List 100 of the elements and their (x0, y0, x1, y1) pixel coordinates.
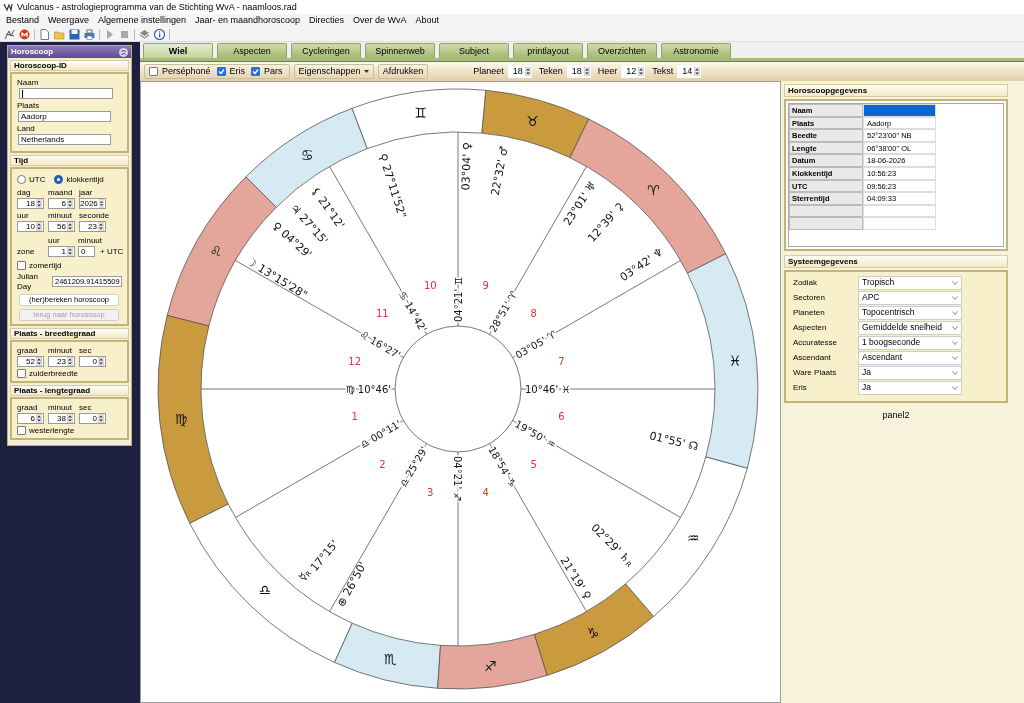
tab[interactable]: Astronomie (661, 43, 731, 58)
radio-label[interactable]: klokkentijd (66, 175, 104, 185)
spin-arrows-icon (36, 356, 42, 366)
tab[interactable]: printlayout (513, 43, 583, 58)
dropdown[interactable]: 1 boogseconde (858, 336, 962, 350)
table-cell[interactable] (863, 104, 936, 117)
app-logo-icon (3, 2, 13, 12)
checkbox-label[interactable]: Pars (264, 66, 283, 77)
window-title: Vulcanus - astrologieprogramma van de Stichting WvA - naamloos.rad (17, 1, 297, 13)
text-field[interactable]: Aadorp (18, 111, 111, 122)
dropdown[interactable]: Tropisch (858, 276, 962, 290)
zodiac-sign: ♑ (586, 624, 600, 641)
tab[interactable]: Spinnenweb (365, 43, 435, 58)
number-spinner[interactable]: 6 (48, 198, 75, 210)
zodiac-sign: ♏ (383, 651, 397, 668)
number-spinner[interactable]: 18 (17, 198, 44, 210)
dropdown[interactable]: Ja (858, 381, 962, 395)
menu-item[interactable]: Bestand (6, 15, 40, 26)
spinner-label: Planeet (473, 66, 504, 77)
save-icon[interactable] (69, 28, 80, 40)
cusp-label: 04°21' ♐ (452, 456, 464, 502)
number-spinner[interactable]: 10 (17, 221, 44, 233)
setting-label: Aspecten (793, 323, 828, 333)
checkbox[interactable] (17, 426, 26, 436)
checkbox-label[interactable]: westerlengte (29, 425, 75, 436)
info-icon[interactable] (154, 28, 165, 40)
chevron-down-icon (952, 341, 958, 345)
checkbox-label[interactable]: Eris (229, 66, 246, 77)
checkbox[interactable] (17, 261, 26, 271)
number-spinner[interactable]: 6 (17, 412, 44, 424)
number-spinner[interactable]: 23 (79, 221, 106, 233)
radio-button[interactable] (17, 175, 26, 185)
chart-lines-icon[interactable] (4, 28, 15, 40)
field-label: graad (17, 345, 39, 356)
dropdown[interactable]: Ascendant (858, 351, 962, 365)
tab[interactable]: Cycleringen (291, 43, 361, 58)
number-spinner[interactable]: 12 (621, 65, 646, 78)
field-label: zone (17, 247, 36, 257)
number-spinner[interactable]: 52 (17, 355, 44, 367)
dropdown[interactable]: Ja (858, 366, 962, 380)
number-spinner[interactable]: 18 (507, 65, 532, 78)
radio-label[interactable]: UTC (29, 175, 46, 185)
number-spinner[interactable]: 14 (677, 65, 702, 78)
checkbox-label[interactable]: zomertijd (29, 261, 62, 271)
setting-label: Zodiak (793, 278, 818, 288)
planet-label: 03°04' ♀ (458, 141, 474, 191)
number-spinner[interactable]: 38 (48, 412, 75, 424)
new-file-icon[interactable] (39, 28, 50, 40)
caret-icon (363, 70, 369, 73)
section-header: Plaats - lengtegraad (10, 384, 129, 396)
field-label: maand (48, 188, 74, 199)
menu-item[interactable]: Over de WvA (353, 15, 407, 26)
menu-item[interactable]: Jaar- en maandhoroscoop (194, 15, 301, 26)
help-icon[interactable] (19, 28, 30, 40)
print-button[interactable]: Afdrukken (377, 64, 429, 79)
number-spinner[interactable]: 0 (79, 412, 106, 424)
text-field[interactable]: Netherlands (18, 134, 111, 145)
radio-button[interactable] (54, 175, 64, 185)
print-icon[interactable] (84, 28, 95, 40)
tab[interactable]: Wiel (143, 43, 213, 58)
spin-arrows-icon (694, 67, 701, 76)
number-spinner[interactable]: 2026 (79, 198, 106, 210)
layers-icon[interactable] (139, 28, 150, 40)
cusp-label: ♍ 10°46' (345, 383, 391, 395)
text-field[interactable]: 0 (78, 246, 95, 258)
dropdown[interactable]: Gemiddelde snelheid (858, 321, 962, 335)
number-spinner[interactable]: 18 (566, 65, 591, 78)
menu-item[interactable]: About (415, 15, 440, 26)
checkbox-label[interactable]: zuiderbreedte (29, 368, 78, 378)
text-field[interactable] (19, 88, 113, 99)
zodiac-sign: ♌ (209, 243, 223, 260)
number-spinner[interactable]: 56 (48, 221, 75, 233)
number-spinner[interactable]: 23 (48, 355, 75, 367)
check-icon (217, 68, 225, 75)
section-header: Systeemgegevens (784, 255, 1008, 268)
house-number: 12 (348, 355, 361, 367)
spin-arrows-icon (98, 413, 104, 423)
number-spinner[interactable]: 0 (79, 355, 106, 367)
tab[interactable]: Subject (439, 43, 509, 58)
checkbox[interactable] (216, 67, 226, 76)
table-cell[interactable] (863, 217, 936, 230)
tab[interactable]: Overzichten (587, 43, 657, 58)
tab[interactable]: Aspecten (217, 43, 287, 58)
checkbox[interactable] (17, 368, 26, 378)
dropdown-button[interactable]: Eigenschappen (293, 64, 374, 79)
chevron-down-icon (952, 386, 958, 390)
number-spinner[interactable]: 1 (48, 246, 75, 258)
checkbox-label[interactable]: Perséphoné (162, 66, 211, 77)
menu-item[interactable]: Weergave (48, 15, 89, 26)
field-label: jaar (79, 188, 94, 199)
menu-item[interactable]: Directies (309, 15, 345, 26)
checkbox[interactable] (251, 67, 261, 76)
checkbox[interactable] (149, 67, 158, 76)
dropdown[interactable]: Topocentrisch (858, 306, 962, 320)
house-number: 9 (482, 280, 489, 292)
menu-item[interactable]: Algemene instellingen (97, 15, 186, 26)
chevron-down-icon (952, 296, 958, 300)
dropdown[interactable]: APC (858, 291, 962, 305)
field-label: sec (79, 345, 93, 356)
zodiac-sign: ♉ (526, 112, 539, 129)
